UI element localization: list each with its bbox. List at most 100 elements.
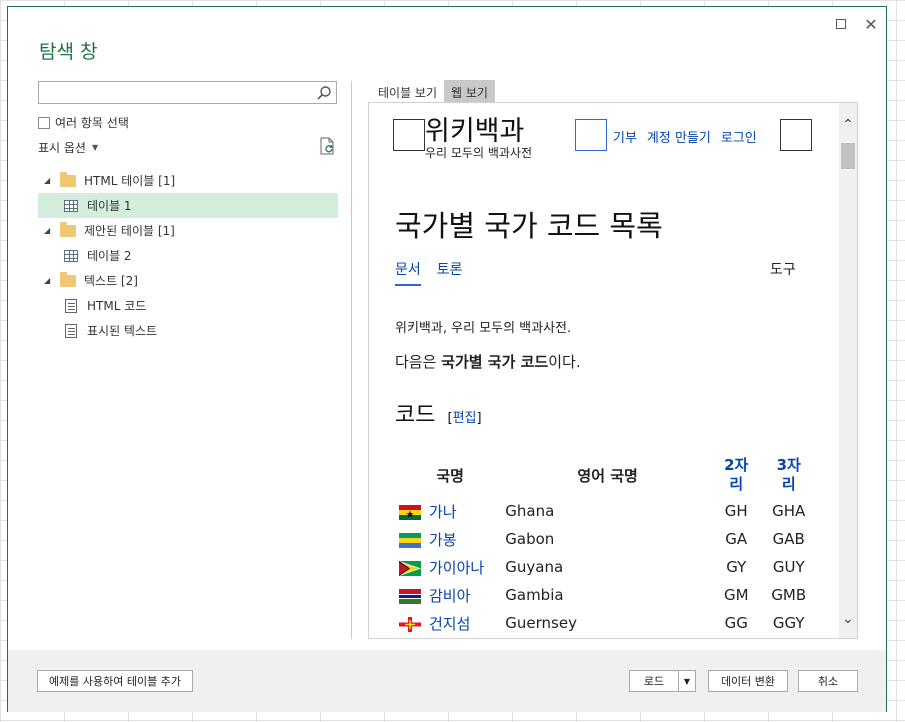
lead-prefix: 다음은 xyxy=(395,353,442,371)
chevron-down-icon: ▼ xyxy=(683,676,691,686)
col-header-english: 영어 국명 xyxy=(577,466,638,485)
wiki-tagline: 우리 모두의 백과사전 xyxy=(425,146,532,160)
lead-suffix: 이다. xyxy=(548,353,581,371)
maximize-button[interactable] xyxy=(832,15,850,33)
country-code-table: 국명 영어 국명 2자 리 3자 리 가나 Ghana GH GHA 가봉 Gabon GA… xyxy=(395,453,815,637)
link-donate[interactable]: 기부 xyxy=(613,127,637,146)
country-link[interactable]: 감비아 xyxy=(429,587,470,605)
top-links: 기부 계정 만들기 로그인 xyxy=(613,127,757,146)
transform-data-button[interactable]: 데이터 변환 xyxy=(708,670,788,692)
col-header-alpha2[interactable]: 2자 리 xyxy=(710,453,763,497)
add-table-using-examples-button[interactable]: 예제를 사용하여 테이블 추가 xyxy=(37,670,193,692)
cell-alpha2: GA xyxy=(725,530,748,548)
tree-item-table-2[interactable]: 테이블 2 xyxy=(38,243,338,268)
search-icon[interactable] xyxy=(316,85,332,101)
tree-folder-suggested-tables[interactable]: ◢ 제안된 테이블 [1] xyxy=(38,218,338,243)
tree-label: HTML 테이블 [1] xyxy=(84,174,176,188)
tree-label: 표시된 텍스트 xyxy=(87,324,158,338)
expand-triangle-icon[interactable]: ◢ xyxy=(44,276,56,285)
table-body: 가나 Ghana GH GHA 가봉 Gabon GA GAB 가이아나 Guyana GY GUY 감… xyxy=(395,497,815,637)
multi-select-option[interactable]: 여러 항목 선택 xyxy=(38,114,129,131)
user-menu-placeholder-icon[interactable] xyxy=(780,119,812,151)
navigator-tree: ◢ HTML 테이블 [1] 테이블 1 ◢ 제안된 테이블 [1] 테이블 2… xyxy=(38,168,338,343)
table-row: 가봉 Gabon GA GAB xyxy=(395,525,815,553)
tab-web-view[interactable]: 웹 보기 xyxy=(444,80,495,102)
table-row: 감비아 Gambia GM GMB xyxy=(395,581,815,609)
cell-korean-name: 건지섬 xyxy=(395,609,505,637)
cell-alpha3: GGY xyxy=(772,614,805,632)
tab-article[interactable]: 문서 xyxy=(395,259,421,286)
navigator-dialog: ✕ 탐색 창 여러 항목 선택 표시 옵션 ▼ ◢ HTML 테이블 [1] 테… xyxy=(7,6,887,712)
cell-korean-name: 가봉 xyxy=(395,525,505,553)
tree-item-table-1[interactable]: 테이블 1 xyxy=(38,193,338,218)
link-login[interactable]: 로그인 xyxy=(721,127,757,146)
cell-english-name: Ghana xyxy=(505,502,555,520)
flag-guyana-icon[interactable] xyxy=(399,560,421,576)
intro-text: 위키백과, 우리 모두의 백과사전. xyxy=(395,321,572,336)
multi-select-checkbox[interactable] xyxy=(38,116,50,129)
display-options-dropdown[interactable]: 표시 옵션 ▼ xyxy=(38,139,98,156)
tree-label: 테이블 1 xyxy=(87,199,132,213)
flag-gambia-icon[interactable] xyxy=(399,588,421,604)
table-row: 가이아나 Guyana GY GUY xyxy=(395,553,815,581)
load-dropdown-button[interactable]: ▼ xyxy=(678,670,696,692)
search-box xyxy=(38,81,337,104)
web-preview: 위키백과 우리 모두의 백과사전 기부 계정 만들기 로그인 국가별 국가 코드… xyxy=(368,102,858,639)
tab-talk[interactable]: 토론 xyxy=(437,259,463,286)
load-button[interactable]: 로드 xyxy=(629,670,679,692)
refresh-preview-icon[interactable] xyxy=(319,137,335,155)
page-tabs: 문서 토론 xyxy=(395,259,463,286)
section-heading: 코드 [편집] xyxy=(395,397,482,429)
flag-guernsey-icon[interactable] xyxy=(399,616,421,632)
country-link[interactable]: 가나 xyxy=(429,503,457,521)
tab-table-view[interactable]: 테이블 보기 xyxy=(371,80,444,102)
tools-menu[interactable]: 도구 xyxy=(770,259,796,279)
tree-item-html-code[interactable]: HTML 코드 xyxy=(38,293,338,318)
tree-folder-html-tables[interactable]: ◢ HTML 테이블 [1] xyxy=(38,168,338,193)
cell-english-name: Gambia xyxy=(505,586,564,604)
link-create-account[interactable]: 계정 만들기 xyxy=(647,127,711,146)
flag-ghana-icon[interactable] xyxy=(399,504,421,520)
country-link[interactable]: 가이아나 xyxy=(429,559,484,577)
close-button[interactable]: ✕ xyxy=(862,14,880,34)
cell-alpha3: GMB xyxy=(771,586,807,604)
cell-alpha3: GAB xyxy=(772,530,805,548)
cell-alpha2: GM xyxy=(723,586,749,604)
close-icon: ✕ xyxy=(864,14,878,34)
country-link[interactable]: 건지섬 xyxy=(429,615,470,633)
wiki-logo[interactable]: 위키백과 xyxy=(425,109,524,148)
folder-icon xyxy=(60,271,76,287)
cell-alpha2: GY xyxy=(726,558,747,576)
lead-bold: 국가별 국가 코드 xyxy=(441,353,549,371)
display-options-label: 표시 옵션 xyxy=(38,141,86,155)
tree-item-displayed-text[interactable]: 표시된 텍스트 xyxy=(38,318,338,343)
scroll-down-icon[interactable]: ⌄ xyxy=(842,612,854,626)
scroll-thumb[interactable] xyxy=(841,143,855,169)
table-icon xyxy=(64,249,78,262)
vertical-scrollbar[interactable]: ⌃ ⌄ xyxy=(839,103,857,638)
multi-select-label: 여러 항목 선택 xyxy=(55,116,129,130)
table-row: 건지섬 Guernsey GG GGY xyxy=(395,609,815,637)
search-placeholder-icon[interactable] xyxy=(575,119,607,151)
tree-label: HTML 코드 xyxy=(87,299,147,313)
cell-english-name: Guernsey xyxy=(505,614,577,632)
col-header-korean: 국명 xyxy=(436,466,464,485)
flag-gabon-icon[interactable] xyxy=(399,532,421,548)
cell-alpha2: GH xyxy=(724,502,748,520)
tree-folder-text[interactable]: ◢ 텍스트 [2] xyxy=(38,268,338,293)
scroll-up-icon[interactable]: ⌃ xyxy=(842,118,854,132)
cancel-button[interactable]: 취소 xyxy=(798,670,858,692)
cell-korean-name: 가이아나 xyxy=(395,553,505,581)
col-header-alpha3[interactable]: 3자 리 xyxy=(763,453,816,497)
dialog-footer: 예제를 사용하여 테이블 추가 로드 ▼ 데이터 변환 취소 xyxy=(8,650,886,712)
cell-alpha2: GG xyxy=(724,614,748,632)
menu-placeholder-icon[interactable] xyxy=(393,119,425,151)
expand-triangle-icon[interactable]: ◢ xyxy=(44,176,56,185)
edit-section-link[interactable]: [편집] xyxy=(447,407,481,426)
search-input[interactable] xyxy=(39,82,309,103)
text-document-icon xyxy=(65,298,77,313)
panel-divider[interactable] xyxy=(351,81,352,639)
country-link[interactable]: 가봉 xyxy=(429,531,457,549)
expand-triangle-icon[interactable]: ◢ xyxy=(44,226,56,235)
cell-korean-name: 감비아 xyxy=(395,581,505,609)
